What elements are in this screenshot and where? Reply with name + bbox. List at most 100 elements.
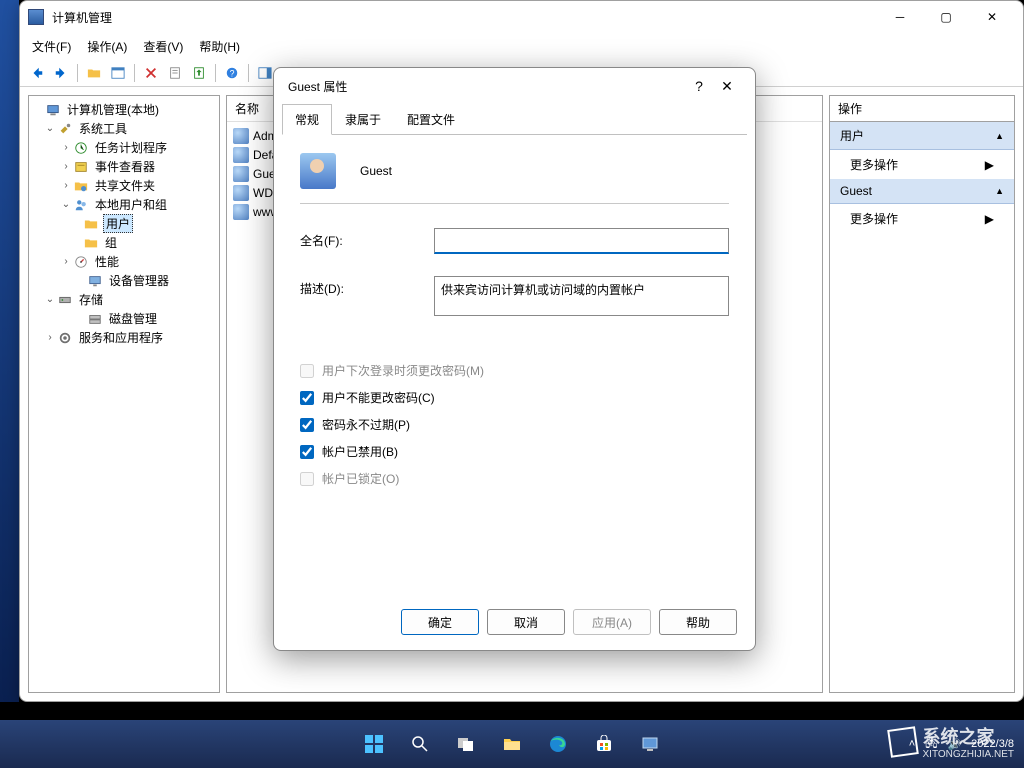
folder-icon bbox=[83, 235, 99, 251]
scheduler-icon bbox=[73, 140, 89, 156]
titlebar: 计算机管理 ─ ▢ ✕ bbox=[20, 1, 1023, 33]
app-icon bbox=[28, 9, 44, 25]
actions-section-guest[interactable]: Guest▲ bbox=[830, 179, 1014, 204]
dialog-title: Guest 属性 bbox=[288, 78, 685, 95]
mmc-button[interactable] bbox=[630, 724, 670, 764]
tree-users[interactable]: 用户 bbox=[103, 214, 133, 233]
actions-more-guest[interactable]: 更多操作▶ bbox=[830, 204, 1014, 233]
menu-help[interactable]: 帮助(H) bbox=[199, 38, 240, 55]
explorer-button[interactable] bbox=[492, 724, 532, 764]
device-manager-icon bbox=[87, 273, 103, 289]
menubar: 文件(F) 操作(A) 查看(V) 帮助(H) bbox=[20, 33, 1023, 59]
actions-more-users[interactable]: 更多操作▶ bbox=[830, 150, 1014, 179]
search-button[interactable] bbox=[400, 724, 440, 764]
expander-icon[interactable]: › bbox=[59, 180, 73, 191]
user-icon bbox=[233, 185, 249, 201]
checkbox-account-disabled[interactable]: 帐户已禁用(B) bbox=[300, 443, 729, 460]
guest-properties-dialog: Guest 属性 ? ✕ 常规 隶属于 配置文件 Guest 全名(F): 描述… bbox=[273, 67, 756, 651]
tree-services-apps[interactable]: 服务和应用程序 bbox=[77, 329, 165, 346]
checkbox-cannot-change-password[interactable]: 用户不能更改密码(C) bbox=[300, 389, 729, 406]
users-groups-icon bbox=[73, 197, 89, 213]
shared-folders-icon bbox=[73, 178, 89, 194]
user-icon bbox=[233, 166, 249, 182]
folder-icon bbox=[83, 216, 99, 232]
back-button[interactable] bbox=[26, 62, 48, 84]
menu-file[interactable]: 文件(F) bbox=[32, 38, 71, 55]
label-description: 描述(D): bbox=[300, 276, 420, 297]
submenu-icon: ▶ bbox=[985, 212, 994, 226]
apply-button[interactable]: 应用(A) bbox=[573, 609, 651, 635]
services-icon bbox=[57, 330, 73, 346]
collapse-icon: ▲ bbox=[995, 186, 1004, 196]
submenu-icon: ▶ bbox=[985, 158, 994, 172]
performance-icon bbox=[73, 254, 89, 270]
edge-button[interactable] bbox=[538, 724, 578, 764]
tree-local-users-groups[interactable]: 本地用户和组 bbox=[93, 196, 169, 213]
forward-button[interactable] bbox=[50, 62, 72, 84]
expander-icon[interactable]: › bbox=[59, 256, 73, 267]
maximize-button[interactable]: ▢ bbox=[923, 2, 969, 32]
svg-text:?: ? bbox=[230, 68, 235, 78]
tab-member-of[interactable]: 隶属于 bbox=[332, 104, 394, 135]
computer-icon bbox=[45, 102, 61, 118]
tree-root[interactable]: 计算机管理(本地) bbox=[65, 101, 161, 118]
expander-icon[interactable]: › bbox=[59, 161, 73, 172]
actions-section-users[interactable]: 用户▲ bbox=[830, 122, 1014, 150]
storage-icon bbox=[57, 292, 73, 308]
minimize-button[interactable]: ─ bbox=[877, 2, 923, 32]
expander-icon[interactable]: › bbox=[43, 332, 57, 343]
user-avatar-icon bbox=[300, 153, 336, 189]
collapse-icon: ▲ bbox=[995, 131, 1004, 141]
menu-view[interactable]: 查看(V) bbox=[143, 38, 183, 55]
properties-button[interactable] bbox=[164, 62, 186, 84]
help-button[interactable]: ? bbox=[221, 62, 243, 84]
export-button[interactable] bbox=[188, 62, 210, 84]
window-title: 计算机管理 bbox=[52, 9, 877, 26]
up-button[interactable] bbox=[83, 62, 105, 84]
fullname-input[interactable] bbox=[434, 228, 729, 254]
dialog-tabs: 常规 隶属于 配置文件 bbox=[274, 104, 755, 135]
delete-button[interactable] bbox=[140, 62, 162, 84]
store-button[interactable] bbox=[584, 724, 624, 764]
tree-disk-management[interactable]: 磁盘管理 bbox=[107, 310, 159, 327]
tree-groups[interactable]: 组 bbox=[103, 234, 119, 251]
dialog-close-button[interactable]: ✕ bbox=[713, 78, 741, 95]
tree-task-scheduler[interactable]: 任务计划程序 bbox=[93, 139, 169, 156]
checkbox-password-never-expires[interactable]: 密码永不过期(P) bbox=[300, 416, 729, 433]
tree-shared-folders[interactable]: 共享文件夹 bbox=[93, 177, 157, 194]
user-icon bbox=[233, 147, 249, 163]
help-button[interactable]: 帮助 bbox=[659, 609, 737, 635]
task-view-button[interactable] bbox=[446, 724, 486, 764]
tree-storage[interactable]: 存储 bbox=[77, 291, 105, 308]
actions-header: 操作 bbox=[829, 95, 1015, 122]
cancel-button[interactable]: 取消 bbox=[487, 609, 565, 635]
ok-button[interactable]: 确定 bbox=[401, 609, 479, 635]
close-button[interactable]: ✕ bbox=[969, 2, 1015, 32]
expander-icon[interactable]: ⌄ bbox=[59, 199, 73, 210]
tree-performance[interactable]: 性能 bbox=[93, 253, 121, 270]
expander-icon[interactable]: ⌄ bbox=[43, 123, 57, 134]
user-icon bbox=[233, 128, 249, 144]
start-button[interactable] bbox=[354, 724, 394, 764]
tree-event-viewer[interactable]: 事件查看器 bbox=[93, 158, 157, 175]
event-viewer-icon bbox=[73, 159, 89, 175]
actions-panel: 操作 用户▲ 更多操作▶ Guest▲ 更多操作▶ bbox=[829, 95, 1015, 693]
dialog-help-button[interactable]: ? bbox=[685, 78, 713, 94]
checkbox-must-change-password: 用户下次登录时须更改密码(M) bbox=[300, 362, 729, 379]
watermark-logo-icon bbox=[887, 726, 919, 758]
disk-management-icon bbox=[87, 311, 103, 327]
tab-general[interactable]: 常规 bbox=[282, 104, 332, 135]
tree-device-manager[interactable]: 设备管理器 bbox=[107, 272, 171, 289]
menu-action[interactable]: 操作(A) bbox=[87, 38, 127, 55]
dialog-username: Guest bbox=[360, 164, 392, 178]
expander-icon[interactable]: ⌄ bbox=[43, 294, 57, 305]
taskbar[interactable]: ˄ 🖧 🔊 2022/3/8 bbox=[0, 720, 1024, 768]
tab-profile[interactable]: 配置文件 bbox=[394, 104, 468, 135]
tree-system-tools[interactable]: 系统工具 bbox=[77, 120, 129, 137]
tools-icon bbox=[57, 121, 73, 137]
tree-panel[interactable]: 计算机管理(本地) ⌄ 系统工具 › 任务计划程序 › 事件查看器 › 共享文件夹 ⌄ 本… bbox=[28, 95, 220, 693]
description-input[interactable]: 供来宾访问计算机或访问域的内置帐户 bbox=[434, 276, 729, 316]
dialog-page-general: Guest 全名(F): 描述(D): 供来宾访问计算机或访问域的内置帐户 用户… bbox=[282, 134, 747, 594]
expander-icon[interactable]: › bbox=[59, 142, 73, 153]
show-hide-tree-button[interactable] bbox=[107, 62, 129, 84]
